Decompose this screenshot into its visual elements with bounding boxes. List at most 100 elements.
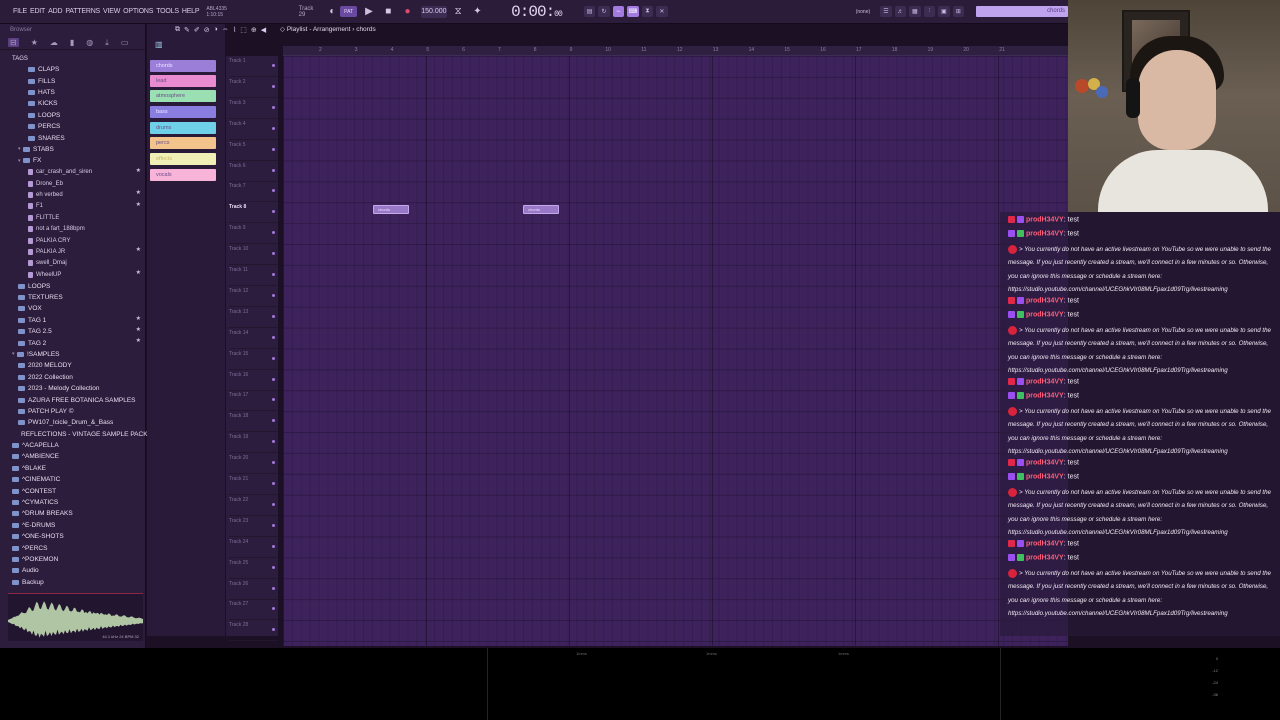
browser-folder-item[interactable]: TAG 2.5 ★ [0,326,145,337]
countdown-icon[interactable]: ⧗ [641,6,654,17]
chat-username[interactable]: prodH34VY [1026,473,1064,480]
track-header[interactable]: Track 23 [229,516,278,537]
track-mute-led-icon[interactable] [272,419,275,423]
browser-toggle-icon[interactable]: ⊞ [952,6,965,17]
track-header[interactable]: Track 8 [229,202,278,224]
mute-tool-icon[interactable]: ◑ [214,26,218,33]
picker-clip-lead[interactable]: lead [150,75,216,87]
browser-folder-item[interactable]: PERCS [0,121,145,132]
track-mute-led-icon[interactable] [272,586,275,590]
track-header[interactable]: Track 25 [229,558,278,579]
track-header[interactable]: Track 27 [229,599,278,621]
menu-options[interactable]: OPTIONS [123,8,153,15]
browser-folder-item[interactable]: ▾ FX [0,155,145,166]
menu-view[interactable]: VIEW [103,8,120,15]
browser-folder-item[interactable]: ^BLAKE [0,463,145,474]
browser-file-item[interactable]: car_crash_and_siren ★ [0,167,145,178]
browser-folder-item[interactable]: TEXTURES [0,292,145,303]
track-header[interactable]: Track 24 [229,537,278,558]
timeline-ruler[interactable]: 2 3 4 5 6 7 8 9 10 11 12 13 14 15 16 17 18 19 20 21 [283,46,1068,56]
browser-folder-item[interactable]: PW107_Icicle_Drum_&_Bass [0,417,145,428]
zoom-tool-icon[interactable]: ⊕ [251,26,257,34]
browser-folder-item[interactable]: LOOPS [0,280,145,291]
browser-folder-item[interactable]: Backup [0,577,145,588]
track-header[interactable]: Track 6 [229,161,278,182]
browser-cloud-icon[interactable]: ☁ [50,38,58,47]
chat-username[interactable]: prodH34VY [1026,392,1064,399]
browser-file-item[interactable]: WheelUP ★ [0,269,145,280]
browser-file-item[interactable]: Drone_Eb [0,178,145,189]
blend-notes-icon[interactable]: ✕ [656,6,668,17]
track-mute-led-icon[interactable] [272,565,275,569]
browser-folder-item[interactable]: ^PERCS [0,542,145,553]
browser-folder-item[interactable]: 2023 - Melody Collection [0,383,145,394]
picker-clip-atmosphere[interactable]: atmosphere [150,90,216,102]
browser-file-icon[interactable]: ▮ [70,38,74,47]
browser-folder-item[interactable]: SNARES [0,132,145,143]
favorite-star-icon[interactable]: ★ [136,246,141,253]
loop-record-icon[interactable]: ↻ [598,6,610,17]
browser-folder-item[interactable]: PATCH PLAY © [0,406,145,417]
browser-folder-item[interactable]: LOOPS [0,110,145,121]
track-header[interactable]: Track 10 [229,244,278,266]
track-mute-led-icon[interactable] [272,189,275,193]
output-selector[interactable]: (none) [856,9,870,15]
browser-file-item[interactable]: FLITTLE [0,212,145,223]
track-header[interactable]: Track 16 [229,370,278,391]
play-icon[interactable]: ▶ [361,4,376,20]
track-header[interactable]: Track 4 [229,119,278,140]
typing-keyboard-icon[interactable]: ⌨ [627,6,639,17]
browser-folder-item[interactable]: CLAPS [0,64,145,75]
browser-folder-item[interactable]: VOX [0,303,145,314]
song-mode-icon[interactable]: ◐ [325,4,340,20]
playlist-clip[interactable]: chords [373,205,409,215]
track-header[interactable]: Track 22 [229,495,278,516]
track-mute-led-icon[interactable] [272,273,275,276]
track-mute-led-icon[interactable] [272,440,275,444]
browser-folder-item[interactable]: ^DRUM BREAKS [0,508,145,519]
picker-clip-drums[interactable]: drums [150,122,216,134]
picker-clip-percs[interactable]: percs [150,137,216,149]
picker-clip-bass[interactable]: bass [150,106,216,118]
select-tool-icon[interactable]: ⬚ [240,26,247,34]
browser-folder-item[interactable]: ▾ !SAMPLES [0,349,145,360]
track-mute-led-icon[interactable] [272,293,275,297]
playlist-window-icon[interactable]: ☰ [880,6,892,17]
track-mute-led-icon[interactable] [272,502,275,506]
chat-username[interactable]: prodH34VY [1026,378,1064,385]
browser-file-item[interactable]: eh verbed ★ [0,189,145,200]
favorite-star-icon[interactable]: ★ [136,189,141,196]
track-mute-led-icon[interactable] [272,210,275,214]
browser-folder-item[interactable]: ^ACAPELLA [0,440,145,451]
track-mute-led-icon[interactable] [272,377,275,381]
browser-folder-item[interactable]: ^CYMATICS [0,497,145,508]
browser-folder-item[interactable]: 2020 MELODY [0,360,145,371]
menu-tools[interactable]: TOOLS [156,8,179,15]
browser-folder-item[interactable]: ^CINEMATIC [0,474,145,485]
chat-username[interactable]: prodH34VY [1026,554,1064,561]
track-header[interactable]: Track 3 [229,98,278,119]
track-header[interactable]: Track 7 [229,181,278,203]
track-mute-led-icon[interactable] [272,314,275,318]
browser-folder-item[interactable]: ^POKEMON [0,554,145,565]
favorite-star-icon[interactable]: ★ [136,337,141,344]
mixer-icon[interactable]: ⫶ [923,6,936,17]
menu-help[interactable]: HELP [182,8,200,15]
step-edit-icon[interactable]: ∼ [612,6,625,17]
browser-folder-item[interactable]: Audio [0,565,145,576]
playlist-clip[interactable]: chords [523,205,559,215]
track-header[interactable]: Track 21 [229,474,278,495]
favorite-star-icon[interactable]: ★ [136,201,141,208]
browser-folder-item[interactable]: HATS [0,87,145,98]
track-header[interactable]: Track 20 [229,453,278,475]
browser-file-item[interactable]: not a fart_188bpm [0,223,145,234]
track-mute-led-icon[interactable] [272,105,275,109]
delete-tool-icon[interactable]: ⊘ [204,26,210,34]
browser-folder-item[interactable]: ^CONTEST [0,485,145,496]
browser-star-icon[interactable]: ★ [31,38,38,47]
browser-download-icon[interactable]: ⤓ [105,38,109,48]
browser-folder-item[interactable]: ^ONE-SHOTS [0,531,145,542]
favorite-star-icon[interactable]: ★ [136,315,141,322]
plugin-picker-icon[interactable]: ▣ [938,6,950,17]
playlist-grid[interactable]: chords chords [283,56,1068,646]
